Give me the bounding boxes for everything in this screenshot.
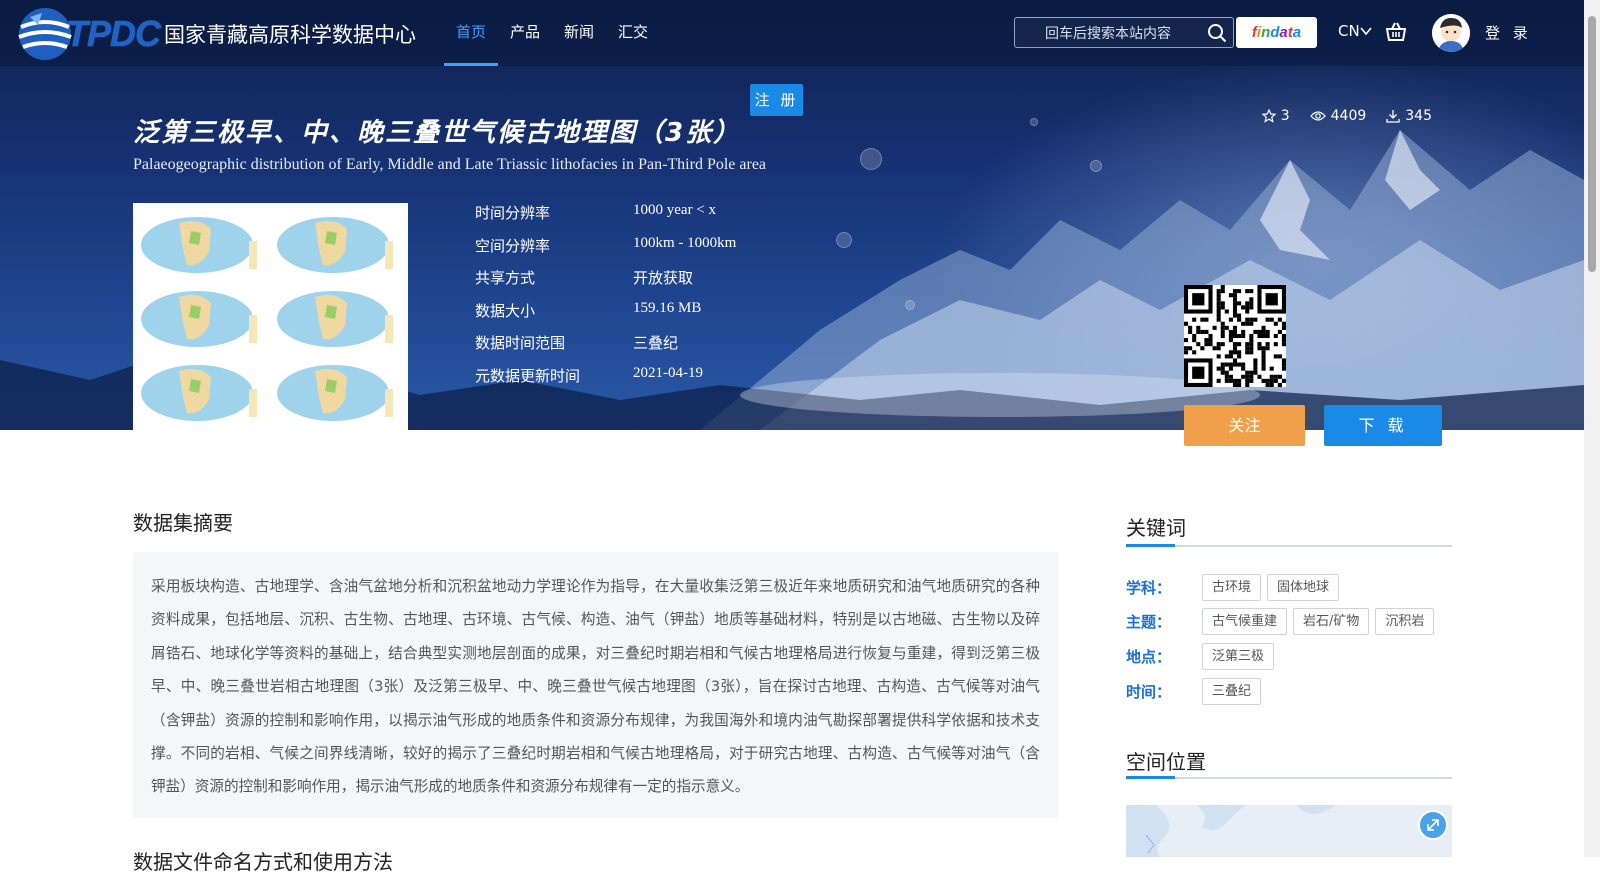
keyword-tag[interactable]: 沉积岩 [1375, 608, 1435, 635]
download-icon [1386, 110, 1400, 123]
keyword-tag[interactable]: 岩石/矿物 [1293, 608, 1370, 635]
view-stat: 4409 [1309, 108, 1367, 124]
spatial-map[interactable] [1126, 805, 1452, 857]
abstract-heading: 数据集摘要 [133, 511, 233, 535]
search-icon[interactable] [1207, 23, 1227, 43]
dataset-title: 泛第三极早、中、晚三叠世气候古地理图（3张） [133, 118, 742, 148]
dataset-thumbnail[interactable] [133, 203, 408, 430]
top-navigation-bar: TPDC 国家青藏高原科学数据中心 首页 产品 新闻 汇交 findata CN [0, 0, 1584, 66]
info-value: 开放获取 [633, 269, 694, 287]
site-logo[interactable]: TPDC 国家青藏高原科学数据中心 [16, 4, 416, 64]
page-scrollbar[interactable] [1584, 0, 1600, 857]
qr-code-icon [1184, 285, 1286, 387]
info-value: 100km - 1000km [633, 234, 737, 251]
keyword-tag[interactable]: 古气候重建 [1202, 608, 1288, 635]
info-label: 数据时间范围 [475, 334, 566, 352]
logo-tpdc-text: TPDC [66, 13, 161, 54]
language-switch[interactable]: CN [1338, 22, 1372, 40]
spatial-divider [1126, 776, 1452, 779]
dataset-info-table: 时间分辨率 1000 year < x 空间分辨率 100km - 1000km… [475, 202, 736, 397]
download-stat: 345 [1386, 108, 1432, 124]
user-avatar[interactable] [1432, 14, 1470, 52]
follow-button[interactable]: 关注 [1184, 405, 1305, 446]
expand-map-icon[interactable] [1418, 810, 1448, 840]
keyword-label: 学科： [1126, 579, 1172, 597]
login-link[interactable]: 登 录 [1485, 22, 1532, 43]
star-icon [1261, 109, 1276, 123]
keyword-tag[interactable]: 泛第三极 [1202, 643, 1275, 670]
info-value: 1000 year < x [633, 202, 717, 218]
info-row: 共享方式 开放获取 [475, 267, 736, 300]
site-name: 国家青藏高原科学数据中心 [164, 23, 416, 47]
keyword-label: 时间： [1126, 683, 1172, 701]
keyword-tag[interactable]: 古环境 [1202, 574, 1262, 601]
download-button[interactable]: 下 载 [1324, 405, 1442, 446]
nav-item-home[interactable]: 首页 [444, 0, 499, 66]
download-count: 345 [1405, 108, 1432, 124]
register-button[interactable]: 注 册 [750, 84, 803, 116]
map-image [1126, 805, 1336, 857]
findata-link[interactable]: findata [1236, 17, 1317, 48]
info-value: 2021-04-19 [633, 364, 703, 381]
info-row: 元数据更新时间 2021-04-19 [475, 365, 736, 398]
info-label: 时间分辨率 [475, 204, 551, 222]
star-stat[interactable]: 3 [1261, 108, 1290, 124]
chevron-down-icon [1360, 27, 1372, 36]
info-row: 数据大小 159.16 MB [475, 300, 736, 333]
info-label: 数据大小 [475, 301, 536, 320]
info-value: 159.16 MB [633, 299, 702, 316]
search-box [1014, 17, 1234, 49]
nav-item-news[interactable]: 新闻 [552, 0, 606, 66]
info-row: 时间分辨率 1000 year < x [475, 202, 736, 235]
map-thumbnail-image [133, 203, 408, 430]
keyword-row-time: 时间： 三叠纪 [1126, 678, 1267, 705]
abstract-text: 采用板块构造、古地理学、含油气盆地分析和沉积盆地动力学理论作为指导，在大量收集泛… [133, 552, 1058, 818]
keywords-heading: 关键词 [1126, 516, 1186, 540]
nav-item-products[interactable]: 产品 [498, 0, 552, 66]
cart-icon[interactable] [1385, 21, 1407, 43]
info-value: 三叠纪 [633, 334, 679, 352]
spatial-heading: 空间位置 [1126, 750, 1206, 774]
keyword-row-location: 地点： 泛第三极 [1126, 643, 1280, 670]
info-row: 空间分辨率 100km - 1000km [475, 235, 736, 268]
info-label: 元数据更新时间 [475, 366, 581, 385]
keyword-row-discipline: 学科： 古环境 固体地球 [1126, 574, 1345, 601]
info-label: 共享方式 [475, 269, 536, 287]
info-row: 数据时间范围 三叠纪 [475, 332, 736, 365]
view-count: 4409 [1330, 108, 1367, 124]
language-label: CN [1338, 22, 1360, 40]
main-nav: 首页 产品 新闻 汇交 [444, 0, 660, 66]
info-label: 空间分辨率 [475, 236, 551, 255]
keyword-row-topic: 主题： 古气候重建 岩石/矿物 沉积岩 [1126, 608, 1440, 635]
qr-code [1184, 285, 1286, 387]
file-naming-heading: 数据文件命名方式和使用方法 [133, 850, 393, 874]
keyword-label: 主题： [1126, 613, 1172, 631]
star-count: 3 [1280, 108, 1290, 124]
keyword-label: 地点： [1126, 648, 1172, 666]
keywords-divider [1126, 544, 1452, 547]
dataset-stats: 3 4409 345 [1261, 108, 1432, 124]
avatar-icon [1432, 14, 1470, 52]
keyword-tag[interactable]: 固体地球 [1267, 574, 1340, 601]
eye-icon [1309, 111, 1326, 121]
keyword-tag[interactable]: 三叠纪 [1202, 678, 1262, 705]
nav-item-submit[interactable]: 汇交 [606, 0, 660, 66]
search-input[interactable] [1015, 18, 1227, 49]
dataset-title-en: Palaeogeographic distribution of Early, … [133, 156, 767, 173]
